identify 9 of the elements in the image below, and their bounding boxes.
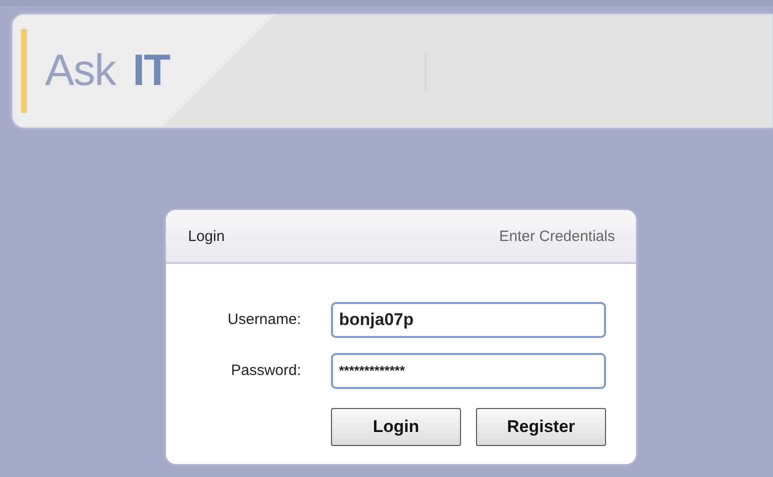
panel-title: Login [188,228,225,244]
panel-subtitle: Enter Credentials [499,228,615,244]
form-button[interactable]: Register [476,408,606,446]
logo-text: Ask IT [45,46,170,96]
form-button[interactable]: Login [331,408,461,446]
input-field[interactable]: ************* [331,352,606,388]
field-label: Password: [230,362,301,379]
input-field[interactable]: bonja07p [331,302,606,338]
field-label: Username: [226,311,301,328]
